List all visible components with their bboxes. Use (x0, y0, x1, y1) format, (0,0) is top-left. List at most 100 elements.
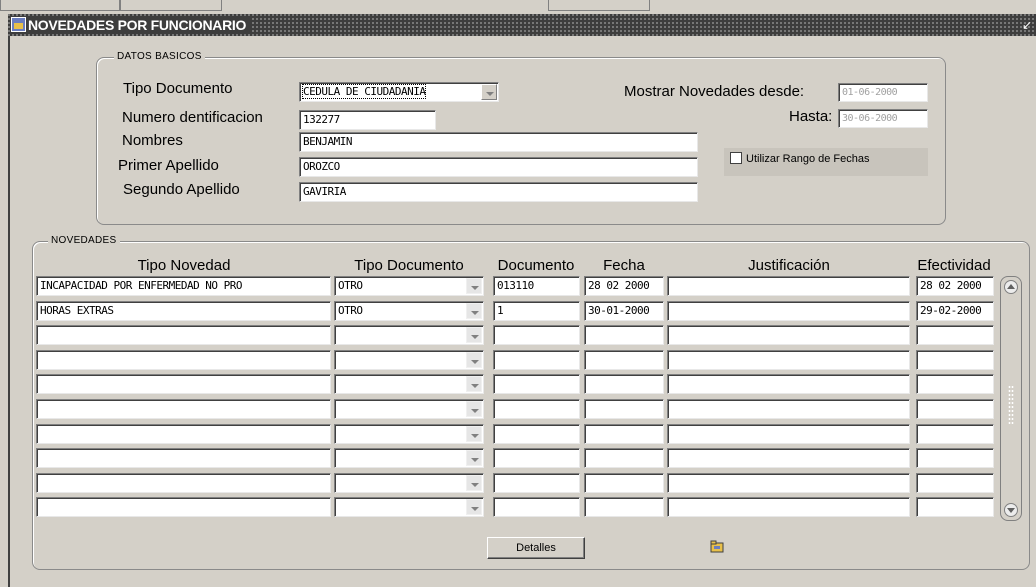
documento-cell[interactable]: 013110 (493, 276, 580, 296)
tipo-novedad-cell-value: HORAS EXTRAS (40, 304, 114, 317)
nombres-label: Nombres (122, 132, 183, 149)
tipo-novedad-cell[interactable] (36, 448, 331, 468)
justificacion-cell[interactable] (667, 301, 910, 321)
justificacion-cell[interactable] (667, 448, 910, 468)
documento-cell[interactable] (493, 497, 580, 517)
efectividad-cell-value: 29-02-2000 (920, 304, 982, 317)
justificacion-cell[interactable] (667, 374, 910, 394)
efectividad-cell[interactable] (916, 374, 994, 394)
tipo-documento-cell[interactable] (334, 325, 484, 345)
fecha-cell[interactable] (584, 399, 664, 419)
fecha-cell[interactable]: 30-01-2000 (584, 301, 664, 321)
justificacion-cell[interactable] (667, 399, 910, 419)
segundo-apellido-label: Segundo Apellido (123, 181, 240, 198)
tipo-documento-dropdown-button[interactable] (466, 278, 482, 294)
fecha-cell[interactable] (584, 350, 664, 370)
documento-cell[interactable] (493, 374, 580, 394)
documento-cell[interactable] (493, 424, 580, 444)
justificacion-cell[interactable] (667, 424, 910, 444)
tipo-novedad-cell[interactable] (36, 374, 331, 394)
scroll-grip[interactable] (1008, 385, 1014, 425)
justificacion-cell[interactable] (667, 350, 910, 370)
tipo-novedad-cell[interactable] (36, 424, 331, 444)
documento-cell[interactable] (493, 473, 580, 493)
efectividad-cell[interactable] (916, 399, 994, 419)
segundo-apellido-field[interactable]: GAVIRIA (299, 182, 698, 202)
fecha-cell[interactable] (584, 374, 664, 394)
tipo-novedad-cell[interactable] (36, 350, 331, 370)
tipo-documento-dropdown-button[interactable] (481, 84, 497, 100)
scroll-down-button[interactable] (1004, 503, 1018, 517)
justificacion-cell[interactable] (667, 497, 910, 517)
justificacion-cell[interactable] (667, 276, 910, 296)
resize-icon[interactable]: ↙ (1022, 18, 1032, 32)
tipo-novedad-cell[interactable] (36, 473, 331, 493)
efectividad-cell[interactable] (916, 325, 994, 345)
documento-cell[interactable] (493, 399, 580, 419)
rango-fechas-checkbox[interactable] (730, 152, 742, 164)
fecha-cell[interactable] (584, 448, 664, 468)
tipo-documento-dropdown-button[interactable] (466, 401, 482, 417)
hasta-field[interactable]: 30-06-2000 (838, 109, 928, 128)
folder-icon[interactable] (710, 540, 724, 553)
tipo-documento-cell[interactable] (334, 497, 484, 517)
chevron-down-icon (471, 286, 479, 290)
primer-apellido-label: Primer Apellido (118, 157, 219, 174)
detalles-button[interactable]: Detalles (487, 537, 585, 559)
tipo-documento-cell[interactable] (334, 448, 484, 468)
efectividad-cell[interactable]: 29-02-2000 (916, 301, 994, 321)
tipo-documento-dropdown-button[interactable] (466, 426, 482, 442)
tipo-documento-cell[interactable]: OTRO (334, 276, 484, 296)
documento-cell[interactable] (493, 448, 580, 468)
numero-identificacion-field[interactable]: 132277 (299, 110, 436, 130)
top-tab-3[interactable] (548, 0, 650, 11)
documento-cell[interactable] (493, 325, 580, 345)
tipo-documento-dropdown-button[interactable] (466, 475, 482, 491)
tipo-novedad-cell[interactable] (36, 497, 331, 517)
efectividad-cell[interactable] (916, 448, 994, 468)
tipo-documento-label: Tipo Documento (123, 80, 233, 97)
efectividad-cell[interactable] (916, 497, 994, 517)
fecha-cell[interactable] (584, 325, 664, 345)
tipo-documento-dropdown-button[interactable] (466, 352, 482, 368)
primer-apellido-field[interactable]: OROZCO (299, 157, 698, 177)
fecha-cell[interactable] (584, 424, 664, 444)
tipo-documento-select[interactable]: CEDULA DE CIUDADANIA (299, 82, 499, 102)
chevron-down-icon (471, 311, 479, 315)
chevron-down-icon (471, 507, 479, 511)
tipo-documento-dropdown-button[interactable] (466, 303, 482, 319)
efectividad-cell[interactable] (916, 424, 994, 444)
top-tab-1[interactable] (0, 0, 120, 11)
tipo-documento-cell[interactable] (334, 374, 484, 394)
nombres-field[interactable]: BENJAMIN (299, 132, 698, 152)
tipo-novedad-cell[interactable] (36, 399, 331, 419)
tipo-documento-dropdown-button[interactable] (466, 499, 482, 515)
tipo-documento-cell[interactable] (334, 399, 484, 419)
fecha-cell[interactable] (584, 497, 664, 517)
tipo-novedad-cell[interactable]: INCAPACIDAD POR ENFERMEDAD NO PRO (36, 276, 331, 296)
tipo-documento-dropdown-button[interactable] (466, 327, 482, 343)
fecha-cell-value: 28 02 2000 (588, 279, 650, 292)
tipo-novedad-cell[interactable] (36, 325, 331, 345)
tipo-novedad-cell[interactable]: HORAS EXTRAS (36, 301, 331, 321)
efectividad-cell[interactable] (916, 350, 994, 370)
tipo-documento-cell[interactable] (334, 424, 484, 444)
tipo-documento-cell[interactable] (334, 350, 484, 370)
desde-field[interactable]: 01-06-2000 (838, 83, 928, 102)
tipo-documento-cell[interactable] (334, 473, 484, 493)
fecha-cell[interactable]: 28 02 2000 (584, 276, 664, 296)
chevron-down-icon (471, 384, 479, 388)
justificacion-cell[interactable] (667, 473, 910, 493)
tipo-documento-dropdown-button[interactable] (466, 450, 482, 466)
tipo-documento-dropdown-button[interactable] (466, 376, 482, 392)
efectividad-cell[interactable]: 28 02 2000 (916, 276, 994, 296)
documento-cell[interactable]: 1 (493, 301, 580, 321)
efectividad-cell[interactable] (916, 473, 994, 493)
documento-cell[interactable] (493, 350, 580, 370)
justificacion-cell[interactable] (667, 325, 910, 345)
column-header-documento: Documento (497, 257, 575, 274)
fecha-cell[interactable] (584, 473, 664, 493)
scroll-up-button[interactable] (1004, 280, 1018, 294)
tipo-documento-cell[interactable]: OTRO (334, 301, 484, 321)
top-tab-2[interactable] (120, 0, 222, 11)
